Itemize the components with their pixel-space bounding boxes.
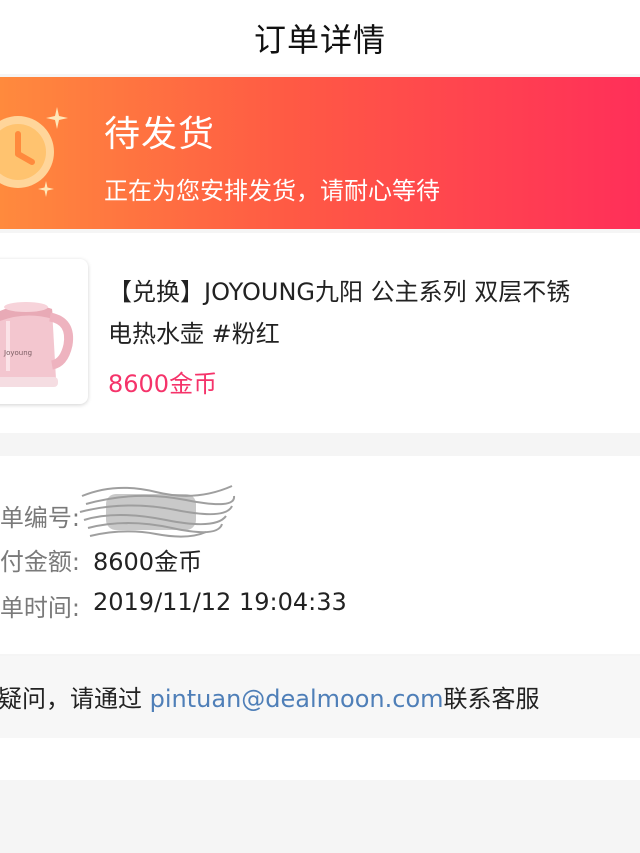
payment-amount-label: 付金额: <box>0 548 80 576</box>
sparkle-icon <box>38 181 54 197</box>
redaction-scribble <box>79 485 235 538</box>
status-title: 待发货 <box>104 114 216 155</box>
order-number-label: 单编号: <box>0 504 80 532</box>
product-card[interactable]: Joyoung 【兑换】JOYOUNG九阳 公主系列 双层不锈 电热水壶 #粉红… <box>0 233 640 433</box>
footer-spacer <box>0 738 640 780</box>
payment-amount-value: 8600金币 <box>93 548 203 576</box>
contact-prefix: 有疑问，请通过 <box>0 685 142 713</box>
contact-text: 有疑问，请通过 pintuan@dealmoon.com联系客服 <box>0 679 540 714</box>
order-info-section: 单编号: 付金额: 8600金币 单时间: 2019/11/12 19:04:3… <box>0 456 640 654</box>
product-price: 8600金币 <box>108 370 218 398</box>
nav-bar: 订单详情 <box>0 0 640 74</box>
contact-suffix: 联系客服 <box>443 685 540 713</box>
order-status-banner: 待发货 正在为您安排发货，请耐心等待 <box>0 77 640 229</box>
sparkle-icon <box>46 107 68 129</box>
product-name[interactable]: 【兑换】JOYOUNG九阳 公主系列 双层不锈 电热水壶 #粉红 <box>108 271 640 355</box>
svg-text:Joyoung: Joyoung <box>3 349 32 357</box>
order-time-label: 单时间: <box>0 594 80 622</box>
contact-support-bar: 有疑问，请通过 pintuan@dealmoon.com联系客服 <box>0 656 640 738</box>
status-subtitle: 正在为您安排发货，请耐心等待 <box>104 177 440 205</box>
support-email-link[interactable]: pintuan@dealmoon.com <box>150 685 444 713</box>
product-image[interactable]: Joyoung <box>0 259 88 404</box>
product-name-line-2: 电热水壶 #粉红 <box>108 320 280 348</box>
product-name-line-1: 【兑换】JOYOUNG九阳 公主系列 双层不锈 <box>108 278 571 306</box>
order-time-value: 2019/11/12 19:04:33 <box>93 588 347 616</box>
kettle-image: Joyoung <box>0 302 74 387</box>
page-title: 订单详情 <box>253 21 386 59</box>
